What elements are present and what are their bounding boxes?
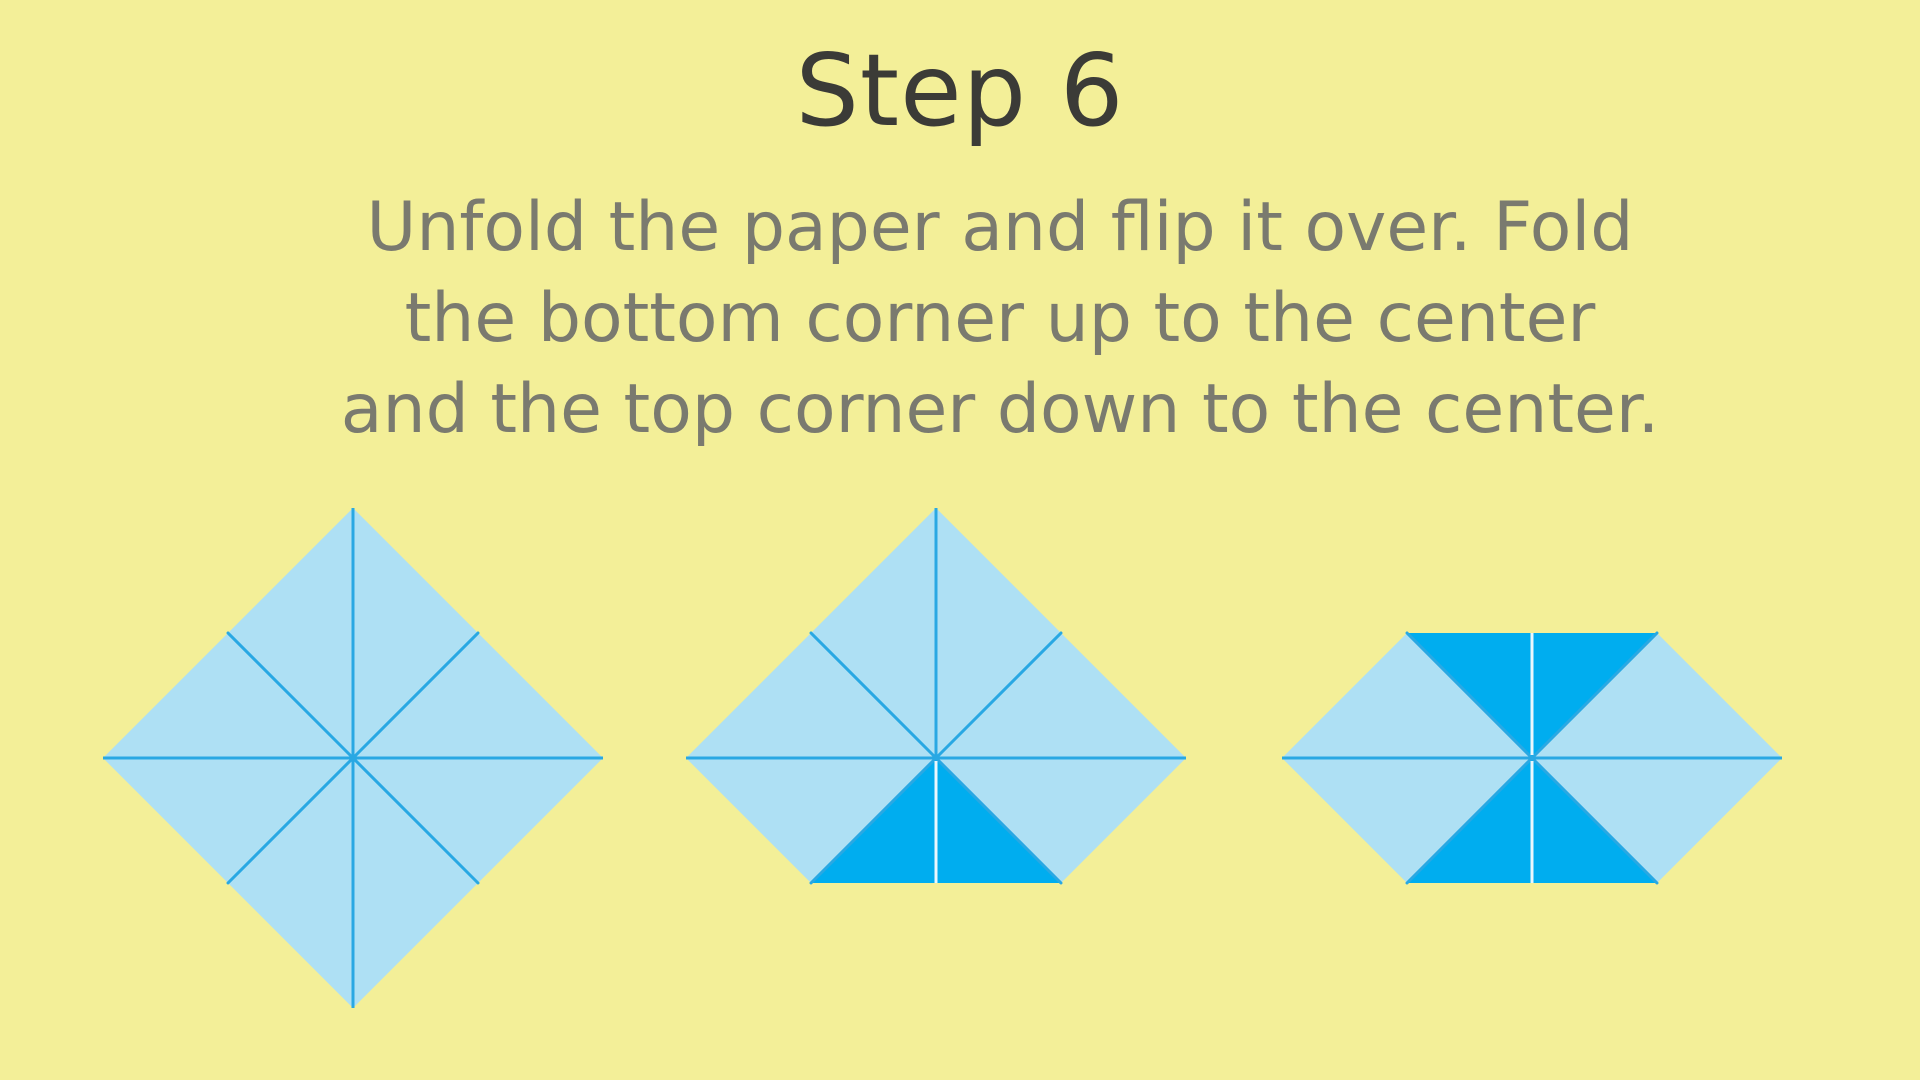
step-instructions: Unfold the paper and flip it over. Fold … [340,188,1660,449]
step-title: Step 6 [795,32,1125,149]
diagram-both-corners-folded [1282,631,1782,885]
figure-both-corners-folded [1282,508,1782,1008]
diagram-bottom-corner-folded [686,508,1186,885]
figure-bottom-corner-folded [686,508,1186,1008]
diagram-unfolded-square [103,508,603,1008]
figure-unfolded-square [103,508,603,1008]
